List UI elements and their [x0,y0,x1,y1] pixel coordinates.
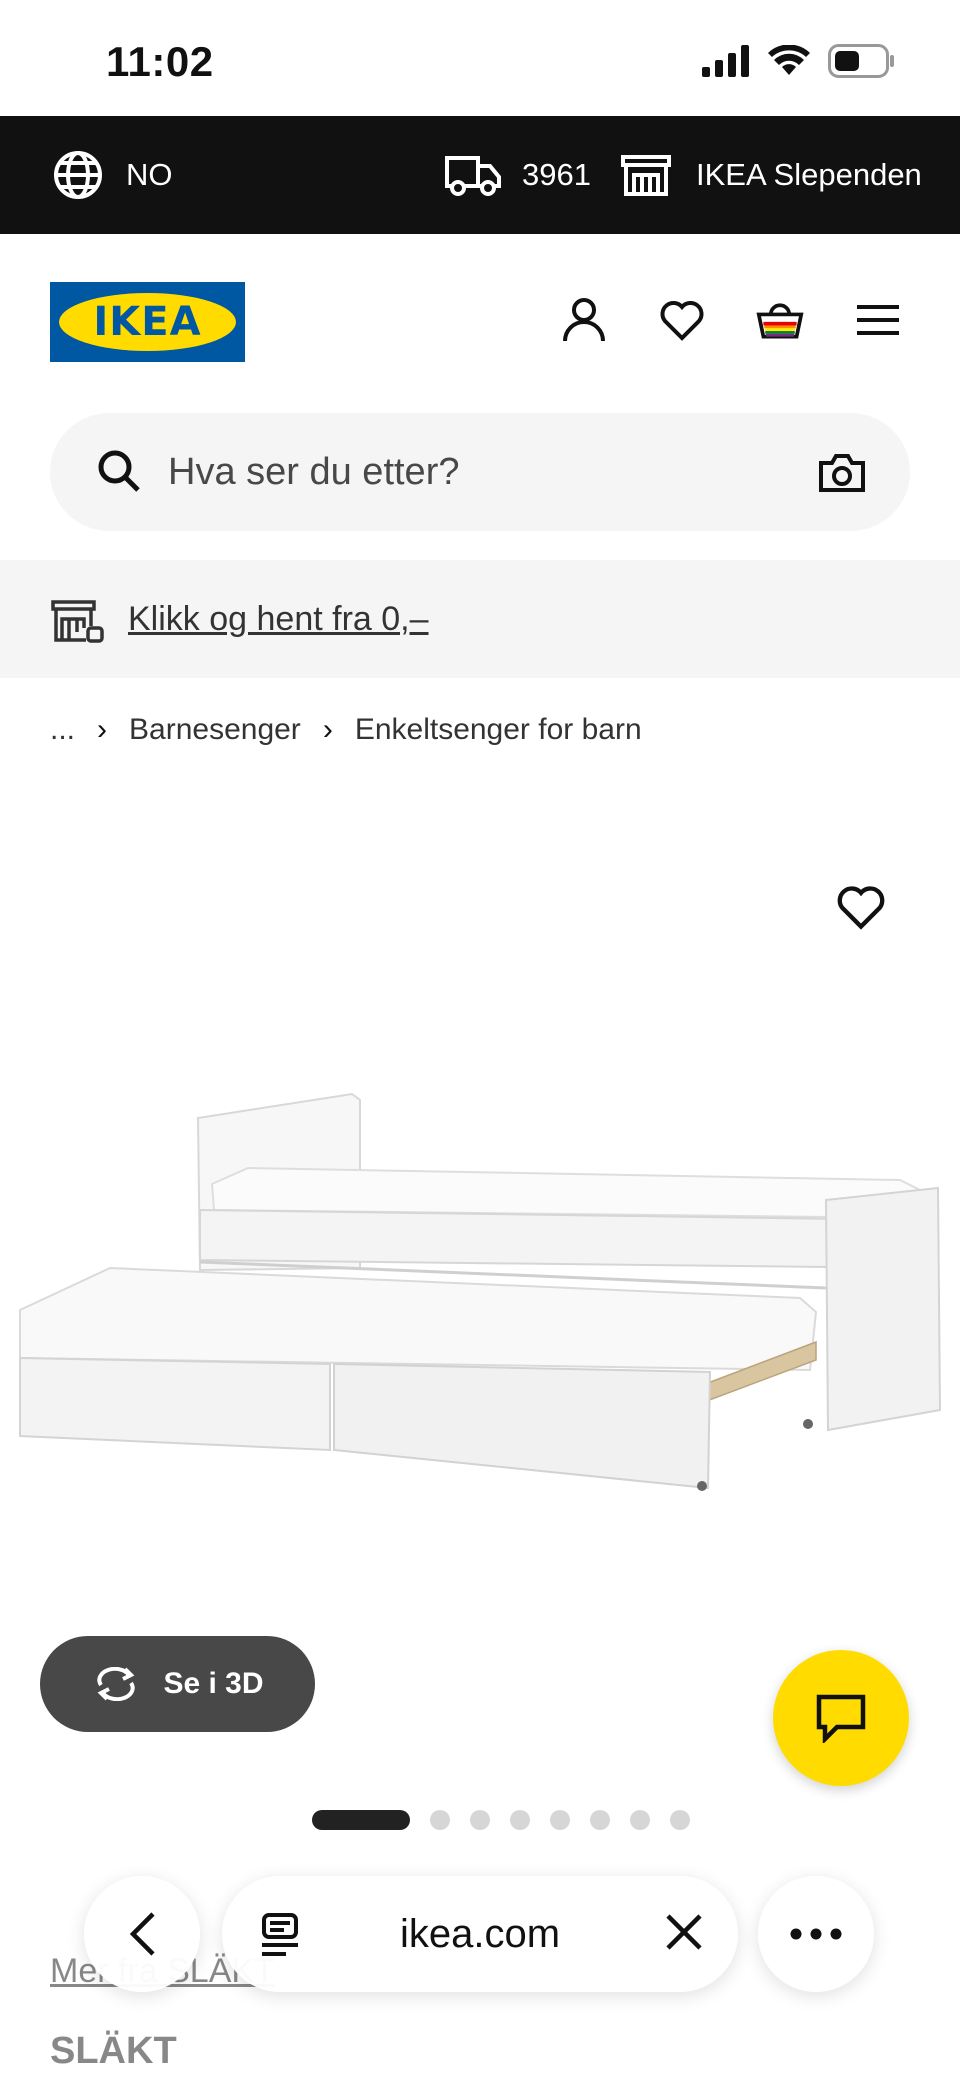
delivery-truck-icon [445,156,501,196]
battery-icon [828,44,894,78]
carousel-dot[interactable] [470,1810,490,1830]
browser-address-bar[interactable]: ikea.com [222,1876,738,1992]
status-time: 11:02 [106,38,214,85]
browser-url[interactable]: ikea.com [222,1876,738,1992]
user-icon [563,298,605,342]
heart-icon [660,301,704,341]
site-header: IKEA [0,234,960,412]
rotate-3d-icon [97,1667,136,1701]
store-icon [621,155,671,196]
carousel-dot[interactable] [550,1810,570,1830]
image-carousel-indicator [312,1810,690,1830]
globe-icon [54,151,102,199]
delivery-postal-code[interactable]: 3961 [444,116,591,234]
menu-button[interactable] [854,296,902,344]
more-horizontal-icon [790,1928,842,1940]
chat-bubble-icon [816,1694,866,1743]
carousel-dot[interactable] [630,1810,650,1830]
click-collect-link[interactable]: Klikk og hent fra 0,– [128,560,429,678]
view-3d-button[interactable]: Se i 3D [40,1636,315,1732]
close-icon[interactable] [664,1912,704,1952]
status-bar: 11:02 [0,0,960,116]
ikea-logo[interactable]: IKEA [50,282,245,362]
breadcrumb-item-enkeltsenger[interactable]: Enkeltsenger for barn [355,713,642,747]
carousel-dot[interactable] [510,1810,530,1830]
postal-code-label: 3961 [522,157,591,192]
header-actions [560,296,902,344]
language-label: NO [126,157,173,192]
store-selector[interactable]: IKEA Slependen [620,116,922,234]
store-label: IKEA Slependen [696,157,922,192]
add-to-favourites-button[interactable] [836,884,886,935]
language-selector[interactable]: NO [52,116,173,234]
chevron-left-icon [129,1912,155,1956]
cart-button[interactable] [756,296,804,344]
wifi-icon [768,45,810,75]
top-bar: NO 3961 IKEA Slependen [0,116,960,234]
browser-back-button[interactable] [84,1876,200,1992]
carousel-dot[interactable] [670,1810,690,1830]
product-image-bed [19,1092,942,1491]
product-name: SLÄKT [50,2030,177,2072]
breadcrumb: ... › Barnesenger › Enkeltsenger for bar… [50,705,642,755]
chevron-right-icon: › [97,713,108,746]
camera-search-icon[interactable] [818,451,866,493]
view-3d-label: Se i 3D [163,1667,264,1700]
store-pickup-icon [51,600,104,643]
carousel-dot[interactable] [430,1810,450,1830]
hamburger-menu-icon [857,305,899,335]
status-icons [702,44,896,78]
shopping-bag-icon [756,303,804,339]
search-icon [98,450,140,492]
profile-button[interactable] [560,296,608,344]
chevron-right-icon: › [322,713,333,746]
search-input[interactable]: Hva ser du etter? [168,413,459,531]
carousel-dot[interactable] [590,1810,610,1830]
favourites-button[interactable] [658,296,706,344]
carousel-dot-active[interactable] [312,1810,410,1830]
heart-icon [837,886,885,930]
breadcrumb-item-barnesenger[interactable]: Barnesenger [129,713,301,747]
logo-text: IKEA [93,299,202,345]
breadcrumb-ellipsis[interactable]: ... [50,713,75,747]
chat-button[interactable] [773,1650,909,1786]
browser-toolbar: ikea.com [0,1862,960,2012]
browser-more-button[interactable] [758,1876,874,1992]
cellular-signal-icon [702,45,749,77]
click-collect-banner[interactable]: Klikk og hent fra 0,– [0,560,960,678]
search-bar[interactable]: Hva ser du etter? [50,413,910,531]
